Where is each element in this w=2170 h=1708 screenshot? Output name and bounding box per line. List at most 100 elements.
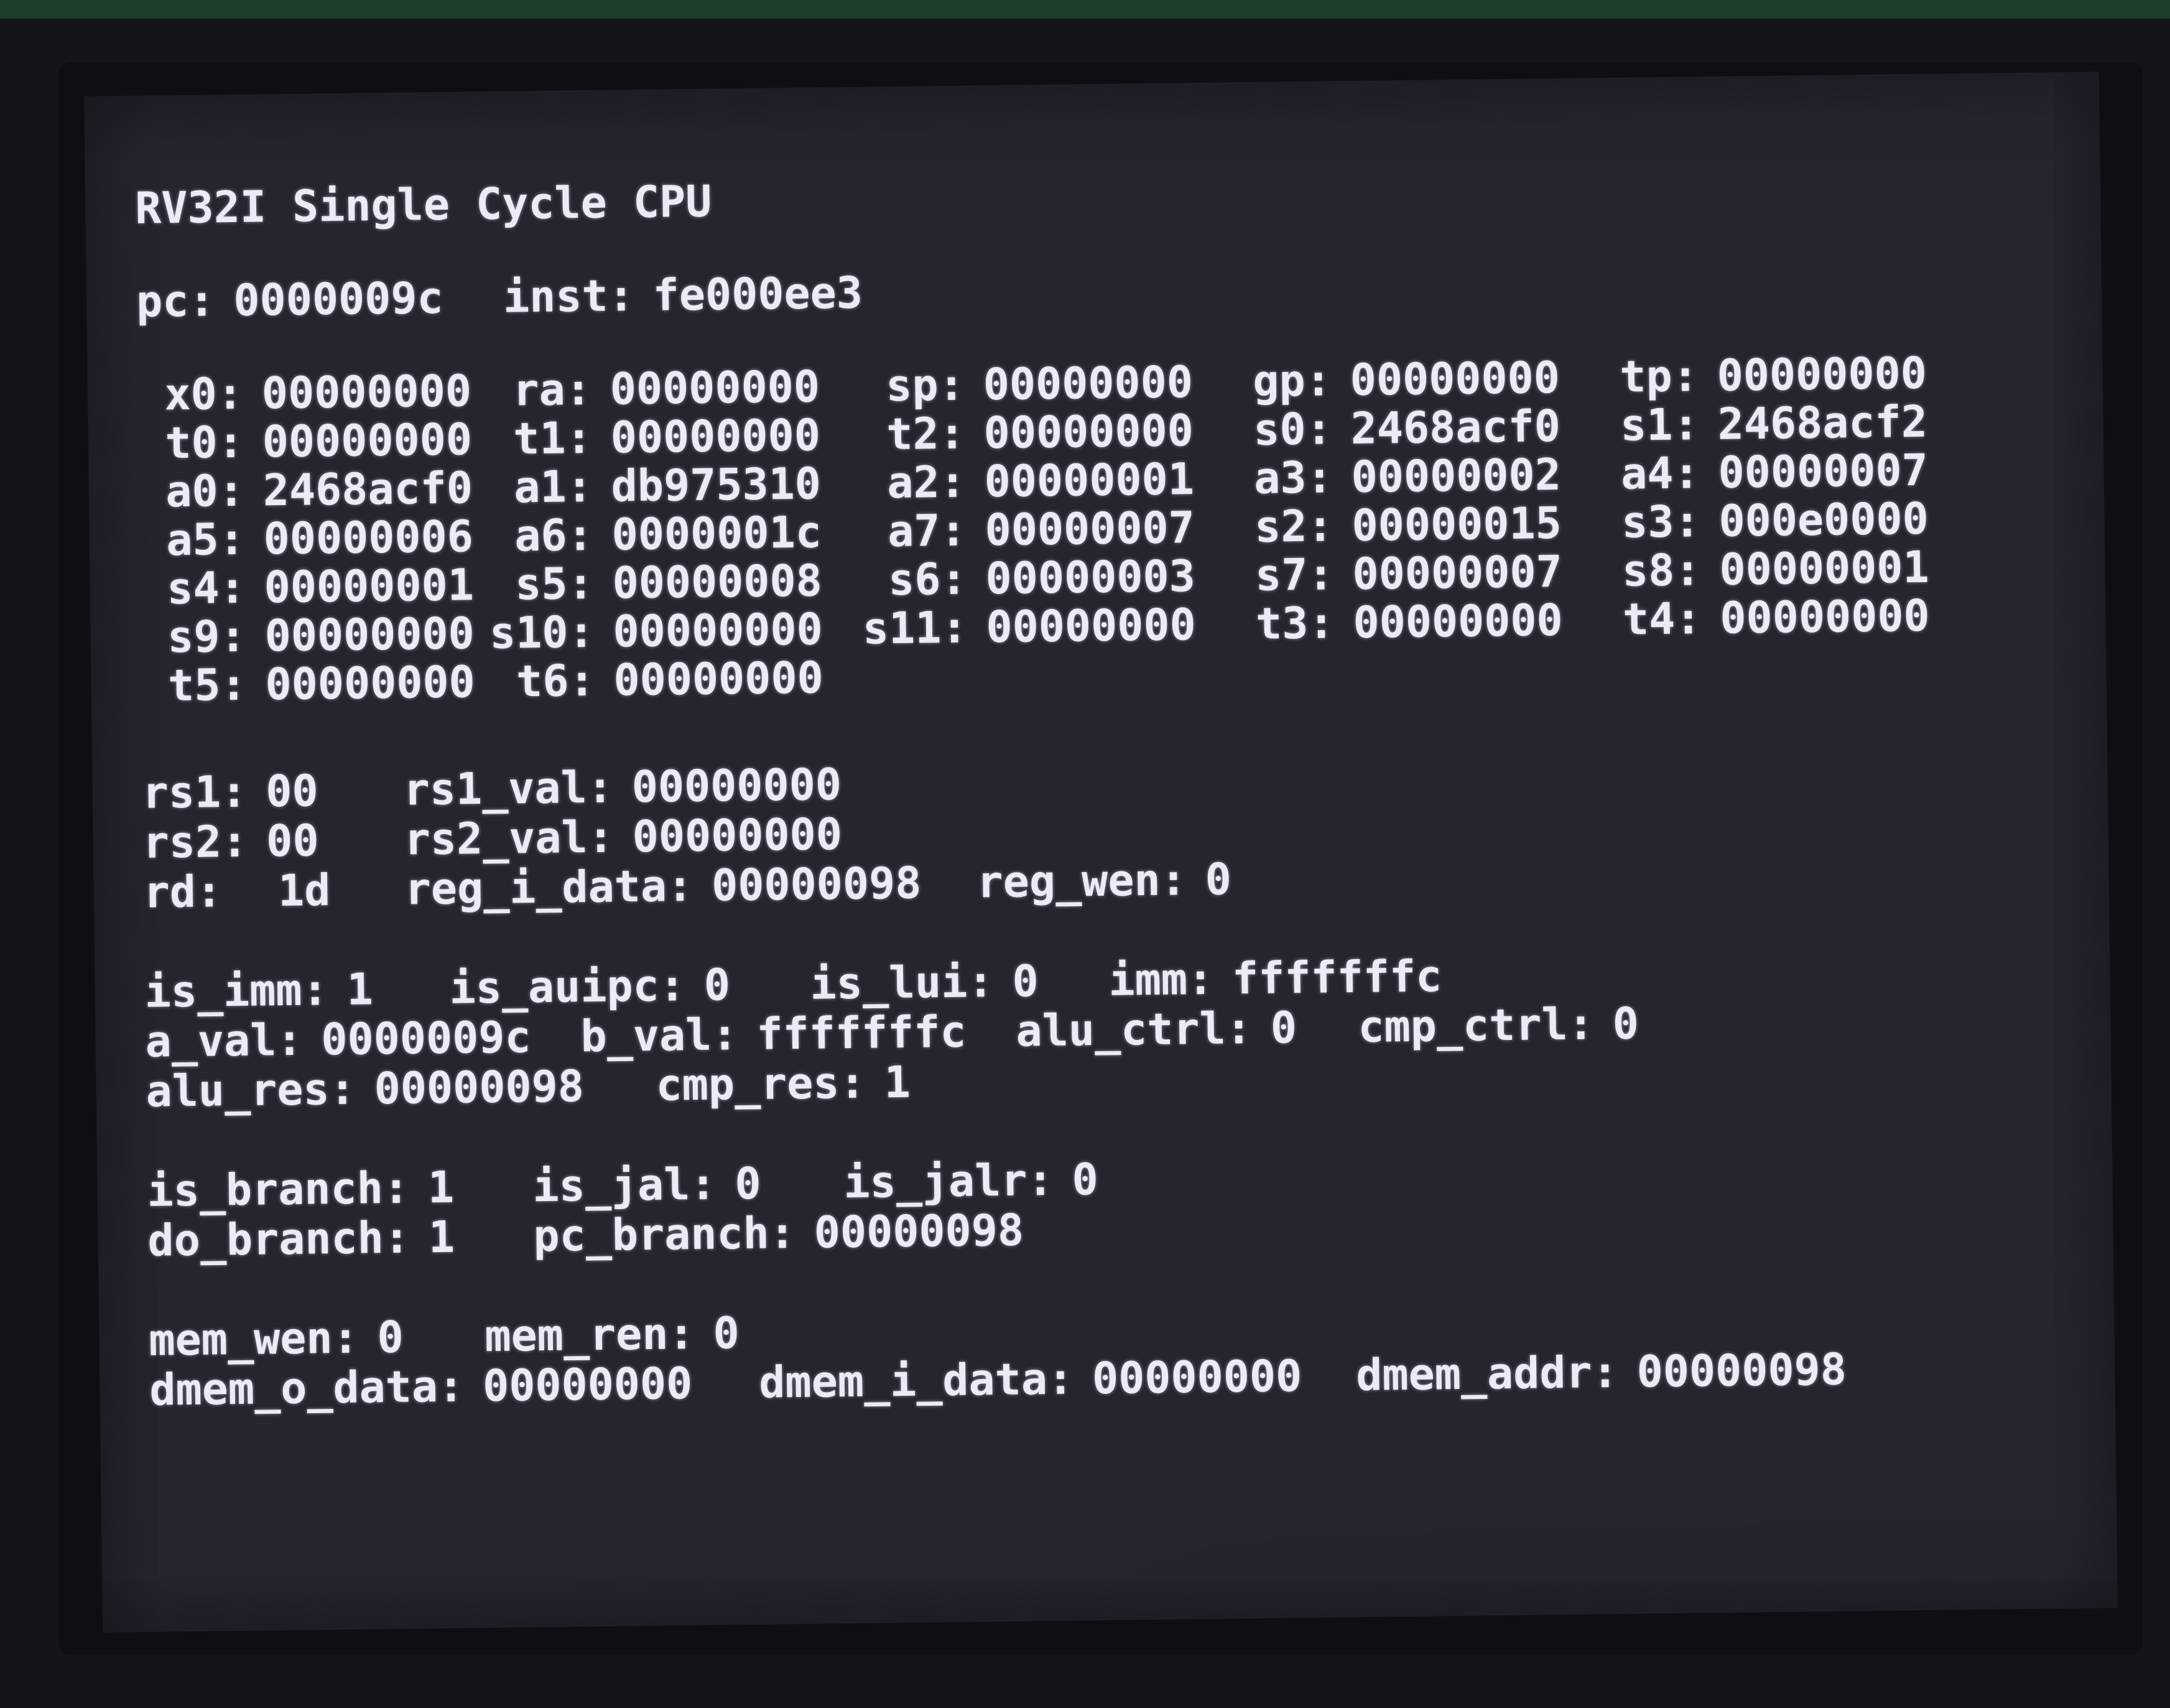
lcd-screen: RV32I Single Cycle CPU pc: 0000009c inst:…	[84, 72, 2118, 1633]
register-name: t1:	[512, 412, 593, 465]
alu-ctrl-label: alu_ctrl:	[1016, 1003, 1253, 1057]
mem-wen-value: 0	[377, 1311, 404, 1363]
b-val-value: fffffffc	[756, 1006, 967, 1060]
imm-value: fffffffc	[1231, 950, 1442, 1005]
pc-branch-label: pc_branch:	[532, 1207, 796, 1262]
b-val-field: b_val: fffffffc	[580, 1006, 967, 1062]
register-name: s11:	[862, 601, 968, 654]
register-entry: a3: 00000002	[1226, 449, 1562, 504]
rs2-value: 00	[266, 815, 320, 867]
pc-field: pc: 0000009c	[136, 272, 444, 327]
rs1-val-label: rs1_val:	[403, 761, 614, 815]
is-auipc-field: is_auipc: 0	[449, 959, 730, 1014]
is-imm-field: is_imm: 1	[144, 963, 373, 1017]
register-value: 00000000	[613, 652, 824, 706]
register-entry: t6: 00000000	[489, 652, 824, 707]
cmp-ctrl-label: cmp_ctrl:	[1357, 998, 1595, 1052]
register-value: 00000000	[1353, 594, 1564, 649]
register-value: 00000000	[265, 656, 476, 710]
rs1-val-field: rs1_val: 00000000	[403, 759, 842, 815]
register-name: a3:	[1253, 452, 1333, 504]
is-lui-label: is_lui:	[810, 956, 995, 1009]
inst-field: inst: fe000ee3	[503, 267, 863, 323]
mem-ren-field: mem_ren: 0	[485, 1307, 740, 1362]
reg-i-data-label: reg_i_data:	[404, 860, 693, 915]
register-name: s5:	[514, 557, 595, 610]
register-value: 00000007	[1718, 444, 1929, 498]
pc-branch-field: pc_branch: 00000098	[533, 1205, 1024, 1262]
register-name: x0:	[164, 368, 244, 420]
register-entry: a5: 00000006	[139, 511, 474, 566]
register-value: 2468acf0	[1350, 400, 1561, 455]
alu-ctrl-value: 0	[1270, 1002, 1297, 1054]
register-value: 00000000	[261, 365, 472, 419]
is-jalr-value: 0	[1072, 1154, 1099, 1205]
register-entry: t1: 00000000	[486, 409, 821, 465]
reg-i-data-value: 00000098	[711, 857, 922, 911]
register-entry: tp: 00000000	[1592, 348, 1927, 403]
register-entry: a4: 00000007	[1593, 444, 1929, 500]
register-name: s6:	[888, 553, 968, 606]
register-name: a0:	[165, 465, 245, 518]
register-name: gp:	[1252, 355, 1332, 407]
register-name: t3:	[1255, 597, 1335, 649]
is-jalr-field: is_jalr: 0	[843, 1154, 1098, 1208]
register-entry: s8: 00000001	[1595, 541, 1930, 597]
a-val-label: a_val:	[145, 1014, 303, 1067]
register-value: 00000000	[610, 361, 820, 415]
is-branch-field: is_branch: 1	[147, 1162, 455, 1217]
is-auipc-value: 0	[703, 959, 731, 1011]
dmem-i-data-value: 00000000	[1092, 1350, 1302, 1404]
register-value: 00000000	[983, 405, 1194, 459]
register-entry: ra: 00000000	[485, 361, 820, 416]
inst-label: inst:	[503, 270, 635, 323]
mem-ren-value: 0	[713, 1307, 740, 1359]
register-value: 00000000	[983, 356, 1194, 411]
is-lui-value: 0	[1012, 955, 1039, 1007]
do-branch-field: do_branch: 1	[147, 1212, 455, 1266]
register-entry: s2: 00000015	[1227, 498, 1562, 553]
register-entry: s9: 00000000	[140, 608, 475, 663]
register-value: 00000000	[613, 603, 823, 657]
register-name: a2:	[886, 456, 967, 509]
alu-res-field: alu_res: 00000098	[146, 1061, 584, 1117]
register-value: 00000001	[1719, 541, 1930, 595]
register-value: 00000007	[985, 502, 1195, 556]
imm-label: imm:	[1108, 953, 1214, 1006]
register-name: t4:	[1622, 593, 1702, 645]
is-jal-value: 0	[734, 1158, 762, 1210]
register-value: 2468acf0	[262, 462, 473, 516]
reg-wen-value: 0	[1205, 853, 1232, 905]
cmp-ctrl-value: 0	[1612, 998, 1639, 1049]
is-jal-label: is_jal:	[532, 1158, 716, 1212]
rd-field: rd: 1d	[143, 865, 331, 918]
register-value: 000e0000	[1718, 493, 1929, 547]
register-name: t5:	[167, 659, 248, 712]
register-entry: s6: 00000003	[861, 550, 1196, 606]
is-imm-label: is_imm:	[144, 964, 329, 1018]
rd-value: 1d	[277, 865, 331, 917]
register-entry: a2: 00000001	[860, 453, 1195, 509]
rs1-val-value: 00000000	[631, 759, 842, 813]
dmem-i-data-field: dmem_i_data: 00000000	[759, 1350, 1302, 1408]
register-entry: s0: 2468acf0	[1226, 400, 1561, 456]
mem-wen-field: mem_wen: 0	[149, 1312, 404, 1366]
register-entry: a1: db975310	[486, 458, 822, 513]
register-name: s10:	[489, 606, 595, 659]
is-branch-label: is_branch:	[147, 1162, 410, 1217]
is-auipc-label: is_auipc:	[449, 960, 686, 1014]
register-name: s7:	[1254, 549, 1335, 601]
register-entry: s1: 2468acf2	[1593, 396, 1928, 452]
rs2-label: rs2:	[142, 815, 248, 868]
dmem-o-data-label: dmem_o_data:	[149, 1360, 465, 1416]
register-entry: a6: 0000001c	[487, 506, 822, 562]
register-name: a6:	[514, 509, 594, 562]
pc-label: pc:	[136, 275, 215, 327]
reg-i-data-field: reg_i_data: 00000098	[404, 858, 922, 915]
register-value: 00000001	[264, 559, 475, 613]
rd-label: rd:	[143, 866, 223, 918]
a-val-value: 0000009c	[320, 1011, 532, 1065]
a-val-field: a_val: 0000009c	[145, 1011, 531, 1067]
cmp-res-value: 1	[884, 1056, 911, 1108]
register-value: 00000000	[264, 608, 475, 662]
